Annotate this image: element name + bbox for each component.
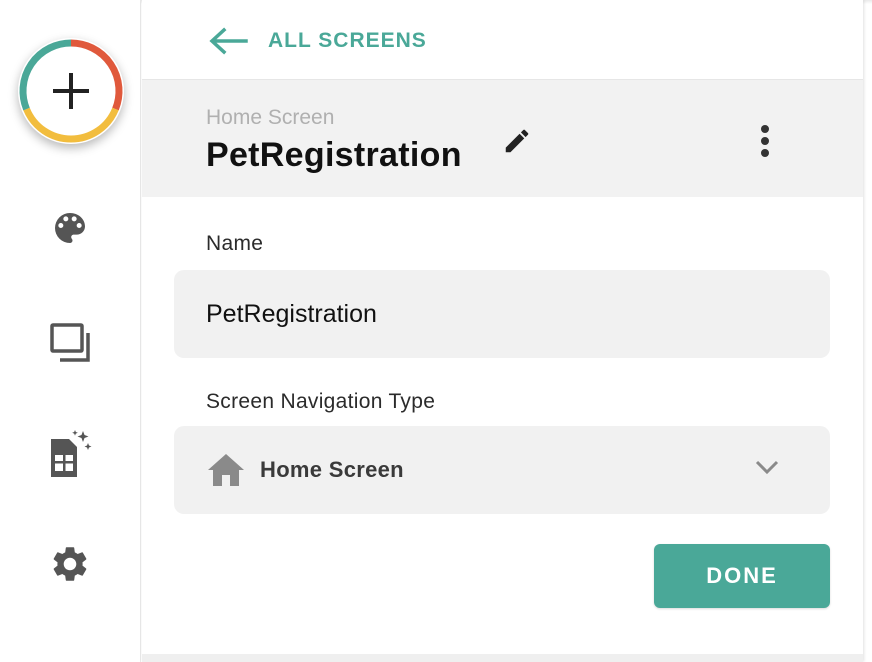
navigation-type-label: Screen Navigation Type xyxy=(206,390,436,413)
plus-icon xyxy=(53,73,89,109)
panel-bottom-divider xyxy=(142,654,863,662)
more-vert-icon[interactable] xyxy=(752,122,778,160)
navigation-type-select[interactable]: Home Screen xyxy=(174,426,830,514)
sidebar xyxy=(0,0,141,662)
all-screens-link[interactable]: ALL SCREENS xyxy=(208,24,427,58)
edit-pencil-icon[interactable] xyxy=(502,126,532,156)
screen-title: PetRegistration xyxy=(206,136,462,174)
chevron-down-icon xyxy=(755,460,779,475)
name-input[interactable] xyxy=(174,270,830,358)
screens-icon[interactable] xyxy=(46,318,94,366)
screen-settings-panel: ALL SCREENS Home Screen PetRegistration … xyxy=(142,0,863,662)
data-sheet-icon[interactable] xyxy=(46,430,94,478)
gear-icon[interactable] xyxy=(46,540,94,588)
add-button[interactable] xyxy=(18,38,124,144)
name-field[interactable] xyxy=(174,270,830,358)
palette-icon[interactable] xyxy=(46,204,94,252)
done-button[interactable]: DONE xyxy=(654,544,830,608)
navigation-type-value: Home Screen xyxy=(260,457,404,482)
name-field-label: Name xyxy=(206,232,264,255)
home-icon xyxy=(208,454,244,486)
all-screens-label: ALL SCREENS xyxy=(268,29,427,52)
arrow-left-icon xyxy=(209,27,248,55)
screen-header: Home Screen PetRegistration xyxy=(142,79,863,197)
screen-type-subtitle: Home Screen xyxy=(206,106,335,129)
